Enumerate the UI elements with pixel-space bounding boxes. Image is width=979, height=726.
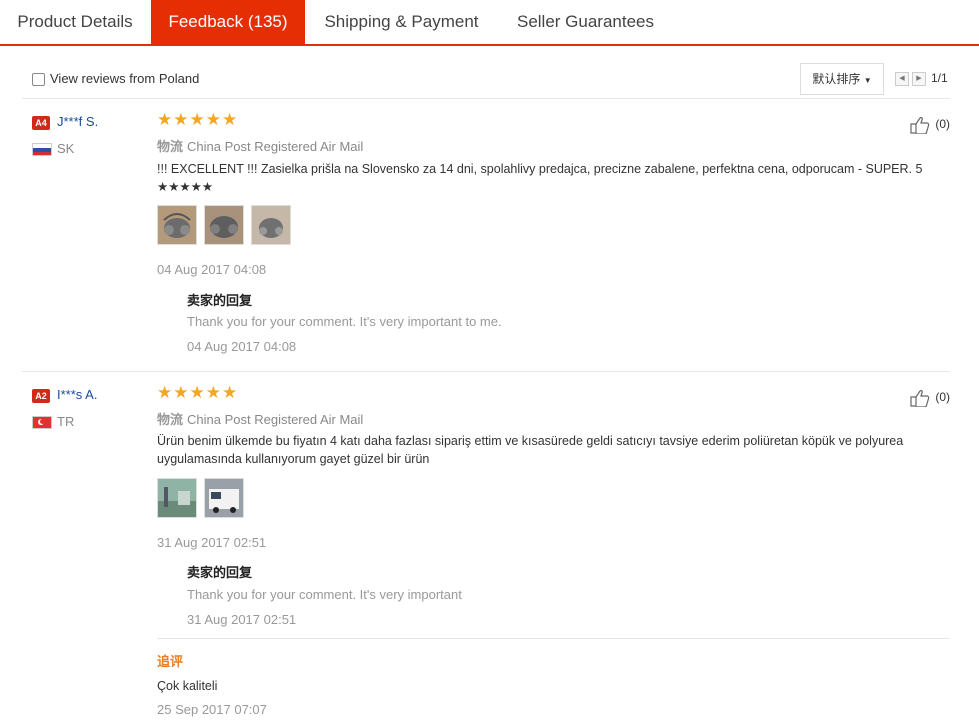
like-count: (0) (935, 390, 950, 405)
review-item: A4 J***f S. SK ★★★★★ 物流 China Post Regist… (22, 100, 950, 370)
respirator-mask-image (205, 206, 243, 244)
tab-bar: Product Details Feedback (135) Shipping … (0, 0, 979, 46)
buyer-name[interactable]: J***f S. (57, 114, 98, 129)
review-item: A2 I***s A. TR ★★★★★ 物流 China Post Regist… (22, 373, 950, 726)
tab-feedback[interactable]: Feedback (135) (151, 0, 305, 44)
review-date: 04 Aug 2017 04:08 (157, 262, 267, 277)
buyer-level-badge: A2 (32, 389, 50, 403)
shipping-label: 物流 (157, 412, 184, 427)
review-photo-thumbnail[interactable] (157, 205, 197, 245)
van-photo-image (205, 479, 243, 517)
shipping-label: 物流 (157, 139, 184, 154)
sort-label: 默认排序 (812, 72, 861, 86)
flag-tr-icon (32, 416, 52, 429)
review-photo-thumbnail[interactable] (157, 478, 197, 518)
respirator-mask-image (158, 206, 196, 244)
seller-reply-title: 卖家的回复 (187, 293, 253, 308)
outdoor-photo-image (158, 479, 196, 517)
respirator-mask-image (252, 206, 290, 244)
buyer-level-badge: A4 (32, 116, 50, 130)
buyer-name[interactable]: I***s A. (57, 387, 97, 402)
like-button[interactable]: (0) (910, 389, 950, 407)
review-divider (22, 371, 950, 372)
shipping-method: China Post Registered Air Mail (187, 412, 364, 427)
poland-filter-label[interactable]: View reviews from Poland (50, 71, 199, 86)
review-photo-thumbnail[interactable] (251, 205, 291, 245)
prev-page-button[interactable]: ◀ (895, 72, 909, 86)
seller-reply-date: 31 Aug 2017 02:51 (187, 612, 297, 627)
tab-seller-guarantees[interactable]: Seller Guarantees (498, 0, 673, 44)
review-photo-thumbnail[interactable] (204, 205, 244, 245)
buyer-country: SK (57, 141, 75, 156)
seller-reply-text: Thank you for your comment. It's very im… (187, 314, 502, 329)
followup-date: 25 Sep 2017 07:07 (157, 702, 267, 717)
review-date: 31 Aug 2017 02:51 (157, 535, 267, 550)
chevron-down-icon: ▼ (863, 76, 872, 85)
like-count: (0) (935, 117, 950, 132)
sort-dropdown[interactable]: 默认排序 ▼ (800, 63, 884, 95)
flag-sk-icon (32, 143, 52, 156)
chevron-left-icon: ◀ (899, 75, 905, 82)
review-text: Ürün benim ülkemde bu fiyatın 4 katı dah… (157, 434, 904, 466)
page-indicator: 1/1 (931, 71, 948, 85)
followup-text: Çok kaliteli (157, 679, 218, 693)
seller-reply-text: Thank you for your comment. It's very im… (187, 587, 462, 602)
thumbs-up-icon (910, 117, 930, 134)
star-rating: ★★★★★ (157, 110, 239, 129)
filter-bar: View reviews from Poland 默认排序 ▼ ◀ ▶ 1/1 (22, 62, 950, 99)
star-rating: ★★★★★ (157, 383, 239, 402)
like-button[interactable]: (0) (910, 116, 950, 134)
followup-divider (157, 638, 950, 639)
buyer-country: TR (57, 414, 75, 429)
shipping-info: 物流 China Post Registered Air Mail (157, 409, 363, 428)
tab-product-details[interactable]: Product Details (0, 0, 150, 44)
tab-shipping-payment[interactable]: Shipping & Payment (305, 0, 498, 44)
chevron-right-icon: ▶ (916, 75, 922, 82)
poland-filter-checkbox[interactable] (32, 73, 45, 86)
thumbs-up-icon (910, 390, 930, 407)
seller-reply-date: 04 Aug 2017 04:08 (187, 339, 297, 354)
next-page-button[interactable]: ▶ (912, 72, 926, 86)
shipping-info: 物流 China Post Registered Air Mail (157, 136, 363, 155)
review-text: !!! EXCELLENT !!! Zasielka prišla na Slo… (157, 162, 923, 194)
seller-reply-title: 卖家的回复 (187, 565, 253, 580)
followup-label: 追评 (157, 654, 184, 669)
shipping-method: China Post Registered Air Mail (187, 139, 364, 154)
review-photo-thumbnail[interactable] (204, 478, 244, 518)
